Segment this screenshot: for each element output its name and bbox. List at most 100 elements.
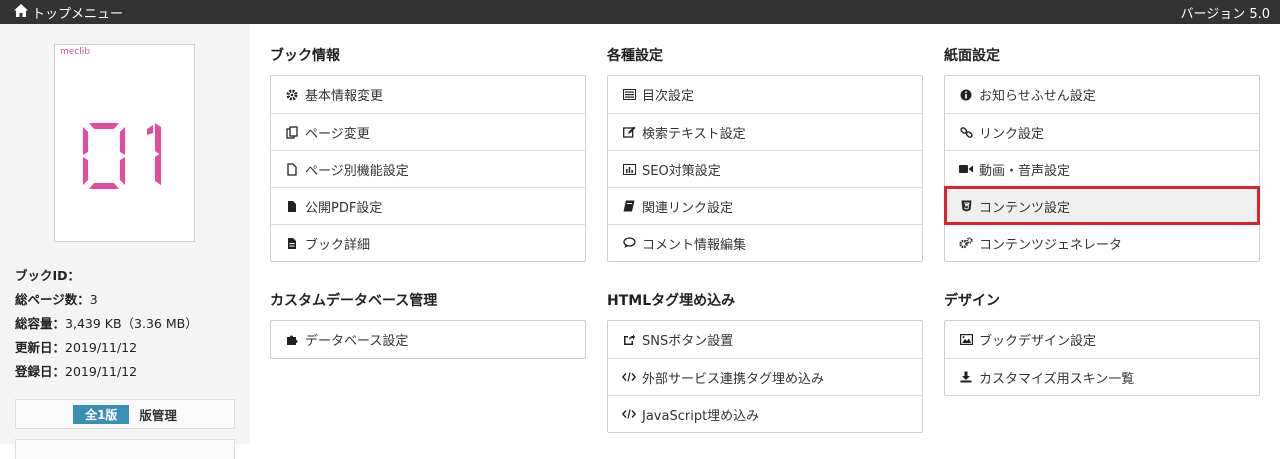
version-label: バージョン 5.0 bbox=[1180, 6, 1270, 22]
menu-item-label: お知らせふせん設定 bbox=[979, 89, 1096, 104]
menu-item-label: ブック詳細 bbox=[305, 237, 371, 253]
book-thumbnail[interactable]: meclib bbox=[54, 44, 195, 242]
menu-item-comment[interactable]: コメント情報編集 bbox=[608, 224, 922, 261]
menu-item-label: 目次設定 bbox=[642, 89, 695, 104]
menu-item-external-service-tag[interactable]: 外部サービス連携タグ埋め込み bbox=[608, 358, 922, 395]
top-menu-label: トップメニュー bbox=[32, 6, 124, 22]
updated-date-value: 2019/11/12 bbox=[65, 340, 138, 355]
section-settings: 各種設定 目次設定 検索テキスト設定 SEO対策設定 関連リンク設定 コメント情… bbox=[607, 45, 923, 262]
copy-icon bbox=[285, 125, 299, 139]
menu-item-public-pdf[interactable]: 公開PDF設定 bbox=[271, 187, 585, 224]
menu-item-label: 基本情報変更 bbox=[305, 89, 384, 104]
section-title-database: カスタムデータベース管理 bbox=[270, 293, 438, 309]
total-size-label: 総容量： bbox=[15, 316, 66, 331]
file-icon bbox=[285, 162, 299, 176]
code-icon bbox=[622, 407, 636, 421]
section-title-page-settings: 紙面設定 bbox=[944, 48, 1000, 64]
section-title-book-info: ブック情報 bbox=[270, 48, 340, 64]
list-icon bbox=[622, 88, 636, 102]
file-filled-icon bbox=[285, 199, 299, 213]
menu-item-book-design[interactable]: ブックデザイン設定 bbox=[945, 321, 1259, 358]
menu-item-link-settings[interactable]: リンク設定 bbox=[945, 113, 1259, 150]
menu-item-page-change[interactable]: ページ変更 bbox=[271, 113, 585, 150]
section-title-html-embed: HTMLタグ埋め込み bbox=[607, 293, 736, 309]
menu-item-basic-info[interactable]: 基本情報変更 bbox=[271, 76, 585, 113]
menu-item-label: データベース設定 bbox=[305, 334, 409, 349]
section-book-info: ブック情報 基本情報変更 ページ変更 ページ別機能設定 公開PDF設定 ブック詳… bbox=[270, 45, 586, 262]
menu-item-label: 検索テキスト設定 bbox=[642, 126, 746, 142]
menu-book-info: 基本情報変更 ページ変更 ページ別機能設定 公開PDF設定 ブック詳細 bbox=[270, 75, 586, 262]
menu-page-settings: お知らせふせん設定 リンク設定 動画・音声設定 コンテンツ設定 コンテンツジェネ… bbox=[944, 75, 1260, 262]
menu-item-seo[interactable]: SEO対策設定 bbox=[608, 150, 922, 187]
section-database: カスタムデータベース管理 データベース設定 bbox=[270, 290, 586, 359]
menu-item-toc[interactable]: 目次設定 bbox=[608, 76, 922, 113]
section-title-design: デザイン bbox=[944, 293, 1000, 309]
sidebar: meclib ブックID： 総ページ数：3 総容量：3,439 KB（3.36 … bbox=[0, 24, 250, 459]
menu-item-contents-generator[interactable]: コンテンツジェネレータ bbox=[945, 224, 1259, 261]
menu-item-related-link[interactable]: 関連リンク設定 bbox=[608, 187, 922, 224]
code-icon bbox=[622, 370, 636, 384]
version-management-box: 全1版 版管理 bbox=[15, 399, 235, 429]
menu-item-page-function[interactable]: ページ別機能設定 bbox=[271, 150, 585, 187]
book-id-label: ブックID： bbox=[15, 268, 81, 283]
home-icon bbox=[14, 3, 28, 21]
menu-item-label: JavaScript埋め込み bbox=[642, 408, 760, 424]
menu-item-label: SEO対策設定 bbox=[642, 163, 721, 179]
video-icon bbox=[959, 162, 973, 176]
thumbnail-number bbox=[83, 123, 161, 189]
menu-html-embed: SNSボタン設置 外部サービス連携タグ埋め込み JavaScript埋め込み bbox=[607, 320, 923, 433]
image-icon bbox=[959, 333, 973, 347]
top-menu-link[interactable]: トップメニュー bbox=[14, 3, 123, 22]
comment-icon bbox=[622, 236, 636, 250]
menu-item-label: ブックデザイン設定 bbox=[979, 334, 1097, 349]
menu-item-label: 関連リンク設定 bbox=[642, 200, 734, 216]
menu-item-label: コンテンツジェネレータ bbox=[979, 237, 1123, 253]
info-icon bbox=[959, 88, 973, 102]
menu-item-contents[interactable]: コンテンツ設定 bbox=[944, 186, 1260, 225]
html5-icon bbox=[959, 199, 973, 213]
menu-item-label: ページ変更 bbox=[305, 126, 370, 142]
edit-icon bbox=[622, 125, 636, 139]
share-icon bbox=[622, 333, 636, 347]
gear-icon bbox=[285, 88, 299, 102]
section-html-embed: HTMLタグ埋め込み SNSボタン設置 外部サービス連携タグ埋め込み JavaS… bbox=[607, 290, 923, 433]
menu-item-sns-button[interactable]: SNSボタン設置 bbox=[608, 321, 922, 358]
menu-item-label: 外部サービス連携タグ埋め込み bbox=[642, 371, 825, 387]
menu-settings: 目次設定 検索テキスト設定 SEO対策設定 関連リンク設定 コメント情報編集 bbox=[607, 75, 923, 262]
total-pages-label: 総ページ数： bbox=[15, 292, 90, 307]
registered-date-value: 2019/11/12 bbox=[65, 364, 138, 379]
total-pages-value: 3 bbox=[89, 292, 98, 307]
menu-item-video-audio[interactable]: 動画・音声設定 bbox=[945, 150, 1259, 187]
updated-date-label: 更新日： bbox=[15, 340, 66, 355]
menu-item-javascript-embed[interactable]: JavaScript埋め込み bbox=[608, 395, 922, 432]
thumbnail-brand: meclib bbox=[60, 47, 90, 57]
book-icon bbox=[622, 199, 636, 213]
menu-item-skin-list[interactable]: カスタマイズ用スキン一覧 bbox=[945, 358, 1259, 395]
menu-item-label: コメント情報編集 bbox=[642, 237, 747, 253]
menu-item-label: SNSボタン設置 bbox=[642, 334, 734, 349]
top-bar: トップメニュー バージョン 5.0 bbox=[0, 0, 1280, 24]
link-icon bbox=[959, 125, 973, 139]
section-title-settings: 各種設定 bbox=[607, 48, 663, 64]
puzzle-icon bbox=[285, 333, 299, 347]
menu-item-book-detail[interactable]: ブック詳細 bbox=[271, 224, 585, 261]
section-page-settings: 紙面設定 お知らせふせん設定 リンク設定 動画・音声設定 コンテンツ設定 コンテ… bbox=[944, 45, 1260, 262]
menu-item-label: ページ別機能設定 bbox=[305, 163, 409, 179]
menu-item-label: 公開PDF設定 bbox=[305, 200, 383, 216]
file-text-icon bbox=[285, 236, 299, 250]
menu-item-database-settings[interactable]: データベース設定 bbox=[271, 321, 585, 358]
version-count-badge[interactable]: 全1版 bbox=[73, 404, 130, 424]
menu-database: データベース設定 bbox=[270, 320, 586, 359]
menu-design: ブックデザイン設定 カスタマイズ用スキン一覧 bbox=[944, 320, 1260, 396]
menu-item-label: 動画・音声設定 bbox=[979, 163, 1071, 179]
menu-item-notice-sticky[interactable]: お知らせふせん設定 bbox=[945, 76, 1259, 113]
download-icon bbox=[959, 370, 973, 384]
version-management-link[interactable]: 版管理 bbox=[139, 405, 177, 424]
menu-item-label: コンテンツ設定 bbox=[979, 200, 1071, 216]
menu-item-label: カスタマイズ用スキン一覧 bbox=[979, 371, 1135, 387]
menu-item-search-text[interactable]: 検索テキスト設定 bbox=[608, 113, 922, 150]
total-size-value: 3,439 KB（3.36 MB） bbox=[65, 316, 198, 331]
registered-date-label: 登録日： bbox=[15, 364, 66, 379]
gears-icon bbox=[959, 236, 973, 250]
sidebar-lower-box bbox=[15, 439, 235, 459]
